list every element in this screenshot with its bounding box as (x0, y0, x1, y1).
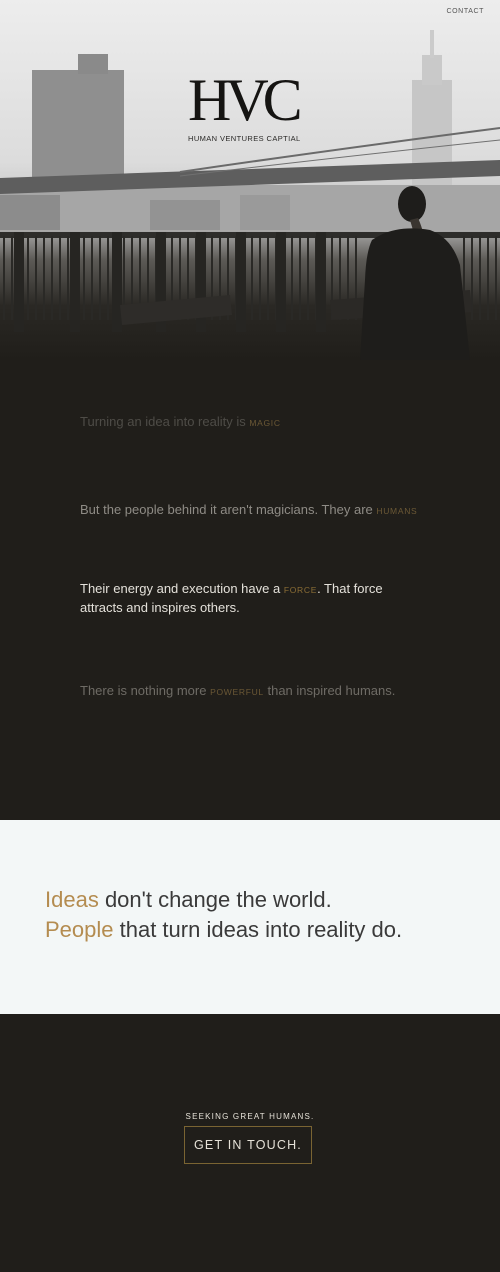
statement-highlight: POWERFUL (210, 687, 264, 697)
hero-section: CONTACT HVC HUMAN VENTURES CAPTIAL (0, 0, 500, 360)
hero-photo (0, 30, 500, 360)
logo-mark: HVC (188, 67, 303, 133)
get-in-touch-button[interactable]: GET IN TOUCH. (184, 1126, 312, 1164)
skyline-building (0, 195, 60, 230)
bench (120, 295, 232, 325)
skyline-building (240, 195, 290, 230)
skyline-spire (430, 30, 434, 58)
quote-emphasis: People (45, 917, 114, 942)
logo-subtitle: HUMAN VENTURES CAPTIAL (188, 134, 301, 143)
quote-line-2: People that turn ideas into reality do. (45, 916, 402, 944)
statement-highlight: HUMANS (376, 506, 418, 516)
statement-highlight: FORCE (283, 585, 318, 595)
statement-text: There is nothing more (80, 683, 211, 698)
quote-text: don't change the world. (98, 887, 332, 912)
statements-section: Turning an idea into reality is MAGIC Bu… (0, 360, 500, 820)
statement-powerful: There is nothing more POWERFUL than insp… (80, 682, 420, 701)
statement-text: Their energy and execution have a (80, 581, 284, 596)
skyline-building (32, 70, 124, 190)
cta-label: SEEKING GREAT HUMANS. (185, 1112, 315, 1121)
logo[interactable]: HVC HUMAN VENTURES CAPTIAL (188, 70, 313, 150)
quote-section: Ideas don't change the world. People tha… (0, 820, 500, 1014)
skyline-building (78, 54, 108, 74)
cta-section: SEEKING GREAT HUMANS. GET IN TOUCH. (0, 1014, 500, 1272)
quote-text: that turn ideas into reality do. (113, 917, 403, 942)
quote-line-1: Ideas don't change the world. (45, 886, 332, 914)
statement-text: Turning an idea into reality is (80, 414, 250, 429)
quote-emphasis: Ideas (45, 887, 99, 912)
statement-text: than inspired humans. (263, 683, 396, 698)
statement-highlight: MAGIC (249, 418, 281, 428)
skyline-building (150, 200, 220, 230)
contact-link[interactable]: CONTACT (446, 8, 484, 15)
statement-text: But the people behind it aren't magician… (80, 502, 377, 517)
statement-magic: Turning an idea into reality is MAGIC (80, 413, 420, 432)
statement-humans: But the people behind it aren't magician… (80, 501, 420, 520)
statement-force: Their energy and execution have a FORCE.… (80, 580, 420, 616)
skyline-tower (422, 55, 442, 85)
